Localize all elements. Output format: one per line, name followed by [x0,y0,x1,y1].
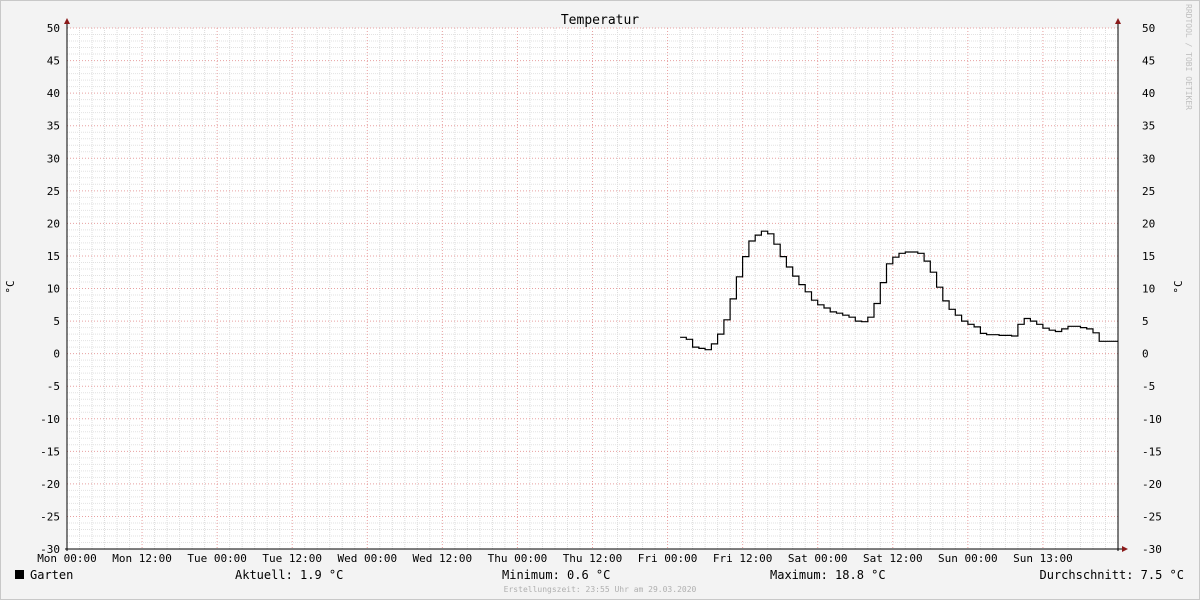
y-tick-label-left: -20 [40,478,60,491]
y-tick-label-right: 45 [1142,55,1155,68]
x-tick-label: Tue 00:00 [187,552,247,565]
x-tick-label: Mon 12:00 [112,552,172,565]
legend-swatch-garten [15,570,24,579]
y-tick-label-left: 35 [47,120,60,133]
y-tick-label-right: 5 [1142,315,1149,328]
y-tick-label-right: 30 [1142,152,1155,165]
y-tick-label-left: 45 [47,55,60,68]
y-tick-label-right: 40 [1142,87,1155,100]
y-tick-label-right: 0 [1142,348,1149,361]
y-tick-label-right: -25 [1142,510,1162,523]
x-tick-label: Fri 00:00 [638,552,698,565]
y-tick-label-right: -20 [1142,478,1162,491]
y-axis-left-arrow [64,18,70,24]
y-axis-label-left: °C [4,280,17,293]
y-tick-label-right: 10 [1142,283,1155,296]
temperature-chart: 50454035302520151050-5-10-15-20-25-30 50… [4,4,1193,594]
x-axis-arrow [1122,546,1128,552]
y-tick-label-left: 30 [47,152,60,165]
y-tick-label-right: -15 [1142,445,1162,458]
y-tick-label-left: 5 [53,315,60,328]
legend-average: Durchschnitt: 7.5 °C [1040,568,1185,582]
y-tick-label-right: -30 [1142,543,1162,556]
y-tick-label-right: -10 [1142,413,1162,426]
x-tick-label: Sun 13:00 [1013,552,1073,565]
x-tick-label: Fri 12:00 [713,552,773,565]
y-tick-label-right: 50 [1142,22,1155,35]
y-tick-label-left: -15 [40,445,60,458]
y-tick-label-left: 15 [47,250,60,263]
y-tick-label-right: 35 [1142,120,1155,133]
x-tick-labels: Mon 00:00 Mon 12:00 Tue 00:00 Tue 12:00 Wed … [37,552,1073,565]
y-tick-label-left: 25 [47,185,60,198]
x-tick-label: Thu 00:00 [488,552,548,565]
x-tick-label: Wed 12:00 [413,552,473,565]
chart-title: Temperatur [561,13,639,28]
y-tick-label-right: -5 [1142,380,1155,393]
y-tick-label-right: 15 [1142,250,1155,263]
y-tick-label-right: 25 [1142,185,1155,198]
legend-maximum: Maximum: 18.8 °C [770,568,886,582]
legend-series-name: Garten [30,568,73,582]
x-tick-label: Sun 00:00 [938,552,998,565]
y-tick-label-left: 20 [47,217,60,230]
x-tick-label: Mon 00:00 [37,552,97,565]
y-tick-label-left: -25 [40,510,60,523]
y-tick-label-left: 40 [47,87,60,100]
y-tick-label-left: 50 [47,22,60,35]
rrdtool-watermark: RRDTOOL / TOBI OETIKER [1184,4,1193,110]
legend-minimum: Minimum: 0.6 °C [502,568,610,582]
y-tick-label-left: -5 [47,380,60,393]
x-tick-label: Sat 12:00 [863,552,923,565]
y-tick-labels-left: 50454035302520151050-5-10-15-20-25-30 [40,22,60,556]
y-tick-label-left: -10 [40,413,60,426]
x-tick-label: Tue 12:00 [262,552,322,565]
x-tick-label: Wed 00:00 [337,552,397,565]
y-tick-label-right: 20 [1142,217,1155,230]
creation-timestamp: Erstellungszeit: 23:55 Uhr am 29.03.2020 [504,585,697,594]
x-tick-label: Thu 12:00 [563,552,623,565]
y-tick-labels-right: 50454035302520151050-5-10-15-20-25-30 [1142,22,1162,556]
legend-current: Aktuell: 1.9 °C [235,568,343,582]
y-axis-label-right: °C [1172,280,1185,293]
y-tick-label-left: 0 [53,348,60,361]
y-axis-right-arrow [1115,18,1121,24]
x-tick-label: Sat 00:00 [788,552,848,565]
y-tick-label-left: 10 [47,283,60,296]
